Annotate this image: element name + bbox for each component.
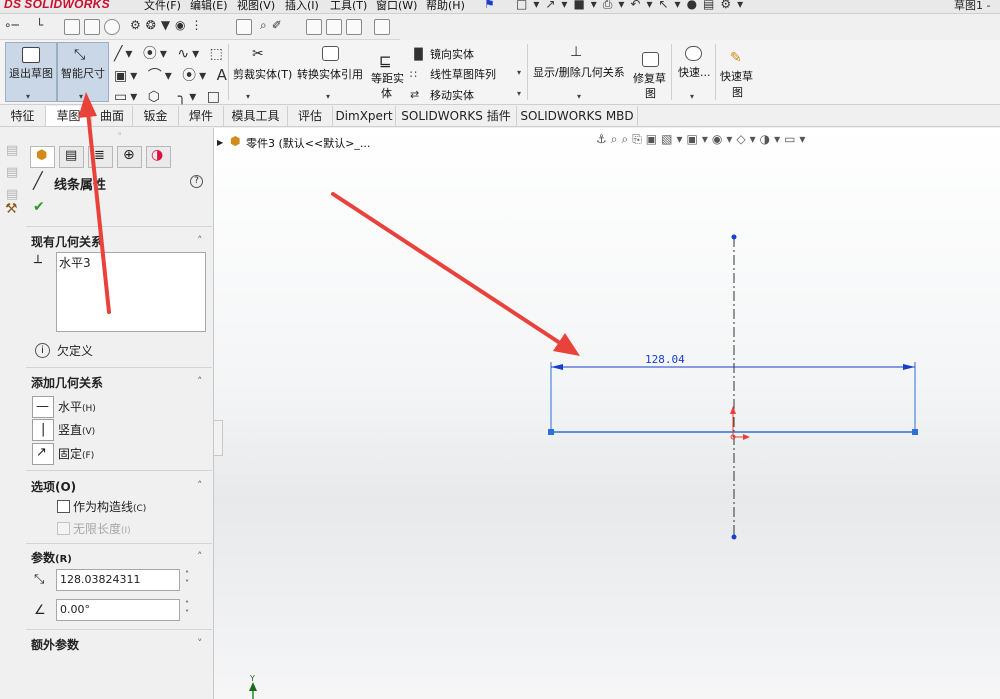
line-endpoint[interactable] bbox=[912, 429, 918, 435]
sketch-graphics: 128.04 Y bbox=[78, 92, 918, 699]
origin-arrow bbox=[730, 406, 736, 414]
triad-label: Y bbox=[249, 674, 255, 683]
annotation-arrow-shaft bbox=[331, 192, 562, 345]
annotation-arrowhead bbox=[553, 333, 580, 356]
centerline-endpoint[interactable] bbox=[731, 234, 737, 240]
dimension-arrow bbox=[903, 364, 915, 370]
annotation-arrow-shaft bbox=[86, 110, 111, 314]
origin-arrow bbox=[743, 434, 750, 440]
dimension-arrow bbox=[551, 364, 563, 370]
dimension-value[interactable]: 128.04 bbox=[645, 353, 685, 366]
annotation-arrowhead bbox=[78, 92, 97, 118]
triad-arrow bbox=[249, 682, 257, 691]
line-endpoint[interactable] bbox=[548, 429, 554, 435]
centerline-endpoint[interactable] bbox=[731, 534, 737, 540]
